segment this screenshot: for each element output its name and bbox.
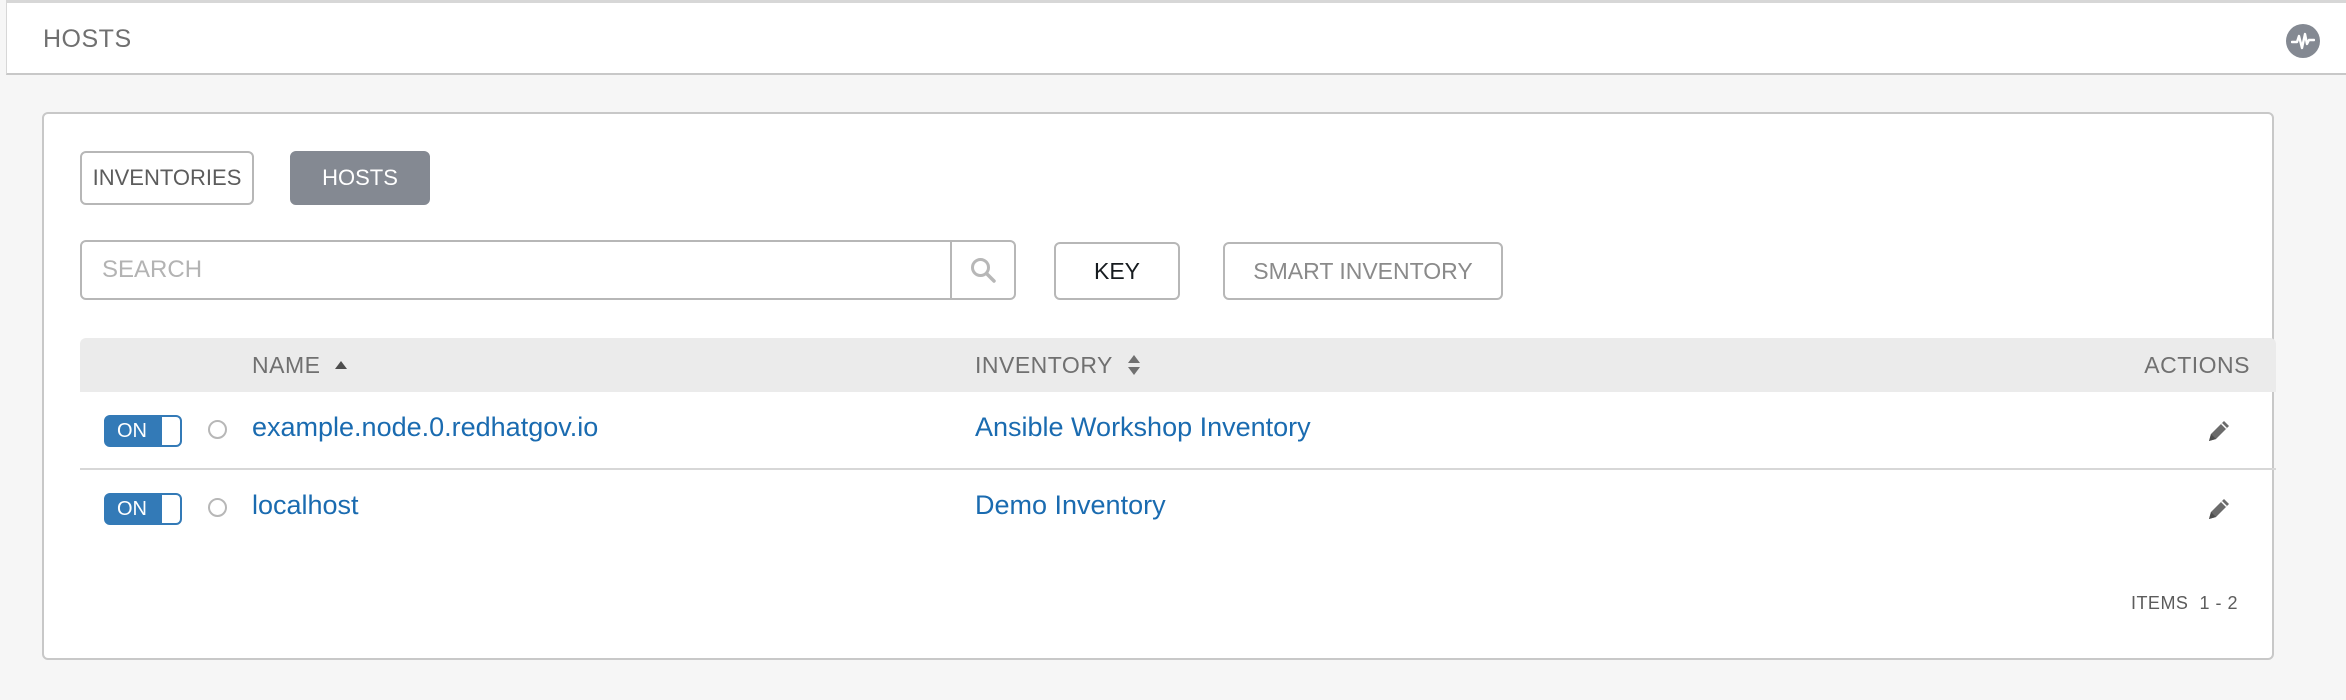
host-status-icon	[208, 420, 227, 439]
pagination-label: ITEMS	[2130, 593, 2189, 613]
inventory-link[interactable]: Ansible Workshop Inventory	[975, 412, 1311, 443]
inventory-link[interactable]: Demo Inventory	[975, 490, 1166, 521]
toggle-knob	[162, 495, 180, 523]
column-header-actions: ACTIONS	[2144, 351, 2250, 378]
hosts-panel: INVENTORIES HOSTS KEY SMART INVENTORY NA…	[42, 112, 2276, 660]
host-enabled-toggle[interactable]: ON	[104, 415, 182, 447]
hosts-table: NAME INVENTORY ACTIONS ON example.node.0…	[80, 338, 2276, 548]
page-title: HOSTS	[43, 25, 132, 53]
tab-inventories[interactable]: INVENTORIES	[80, 151, 254, 205]
sort-both-icon	[1127, 354, 1141, 376]
edit-host-button[interactable]	[2204, 494, 2234, 524]
column-header-name[interactable]: NAME	[252, 338, 348, 392]
edit-host-button[interactable]	[2204, 416, 2234, 446]
table-row: ON localhost Demo Inventory	[80, 470, 2276, 548]
host-status-icon	[208, 498, 227, 517]
search-input[interactable]	[82, 242, 952, 298]
host-name-link[interactable]: example.node.0.redhatgov.io	[252, 412, 598, 443]
table-header: NAME INVENTORY ACTIONS	[80, 338, 2276, 392]
activity-stream-button[interactable]	[2286, 24, 2320, 58]
smart-inventory-button[interactable]: SMART INVENTORY	[1223, 242, 1503, 300]
tab-hosts[interactable]: HOSTS	[290, 151, 430, 205]
column-header-inventory[interactable]: INVENTORY	[975, 338, 1141, 392]
activity-stream-icon	[2291, 32, 2315, 50]
search-icon	[971, 258, 996, 283]
pencil-icon	[2209, 499, 2229, 519]
search-button[interactable]	[950, 242, 1014, 298]
toggle-knob	[162, 417, 180, 445]
column-header-inventory-label: INVENTORY	[975, 351, 1113, 378]
pencil-icon	[2209, 421, 2229, 441]
sort-ascending-icon	[334, 360, 348, 370]
pagination-summary: ITEMS 1 - 2	[2131, 593, 2238, 614]
column-header-name-label: NAME	[252, 351, 321, 378]
pagination-range: 1 - 2	[2199, 593, 2238, 613]
toggle-label: ON	[117, 497, 147, 520]
search-field	[80, 240, 1016, 300]
toggle-label: ON	[117, 419, 147, 442]
table-row: ON example.node.0.redhatgov.io Ansible W…	[80, 392, 2276, 470]
host-name-link[interactable]: localhost	[252, 490, 359, 521]
key-button[interactable]: KEY	[1054, 242, 1180, 300]
host-enabled-toggle[interactable]: ON	[104, 493, 182, 525]
page-header: HOSTS	[6, 0, 2346, 75]
